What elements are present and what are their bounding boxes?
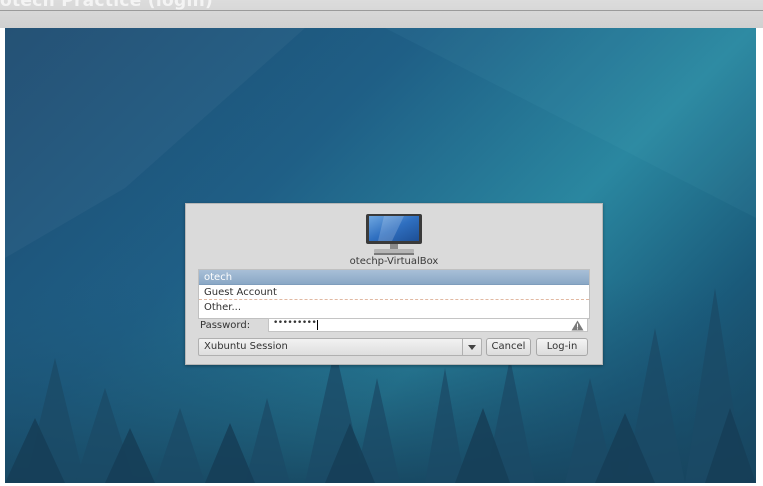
user-list[interactable]: otech Guest Account Other... — [198, 269, 590, 319]
window-titlebar: otech Practice (login) — [0, 0, 763, 28]
user-list-item-guest[interactable]: Guest Account — [199, 285, 589, 300]
user-list-item-otech[interactable]: otech — [199, 270, 589, 285]
dropdown-arrow-icon[interactable] — [462, 339, 481, 355]
password-label: Password: — [200, 320, 251, 331]
cancel-button[interactable]: Cancel — [486, 338, 531, 356]
user-list-item-other[interactable]: Other... — [199, 300, 589, 315]
computer-icon — [366, 214, 422, 255]
password-mask: ••••••••• — [273, 318, 317, 328]
warning-icon — [571, 320, 584, 331]
password-field[interactable]: ••••••••• — [268, 318, 588, 332]
session-select[interactable]: Xubuntu Session — [198, 338, 482, 356]
session-value: Xubuntu Session — [204, 341, 288, 352]
login-button[interactable]: Log-in — [536, 338, 588, 356]
text-caret — [317, 320, 318, 330]
login-dialog: otechp-VirtualBox otech Guest Account Ot… — [185, 203, 603, 365]
titlebar-divider — [0, 10, 763, 11]
desktop-wallpaper: otechp-VirtualBox otech Guest Account Ot… — [5, 28, 756, 483]
hostname-label: otechp-VirtualBox — [349, 256, 439, 267]
